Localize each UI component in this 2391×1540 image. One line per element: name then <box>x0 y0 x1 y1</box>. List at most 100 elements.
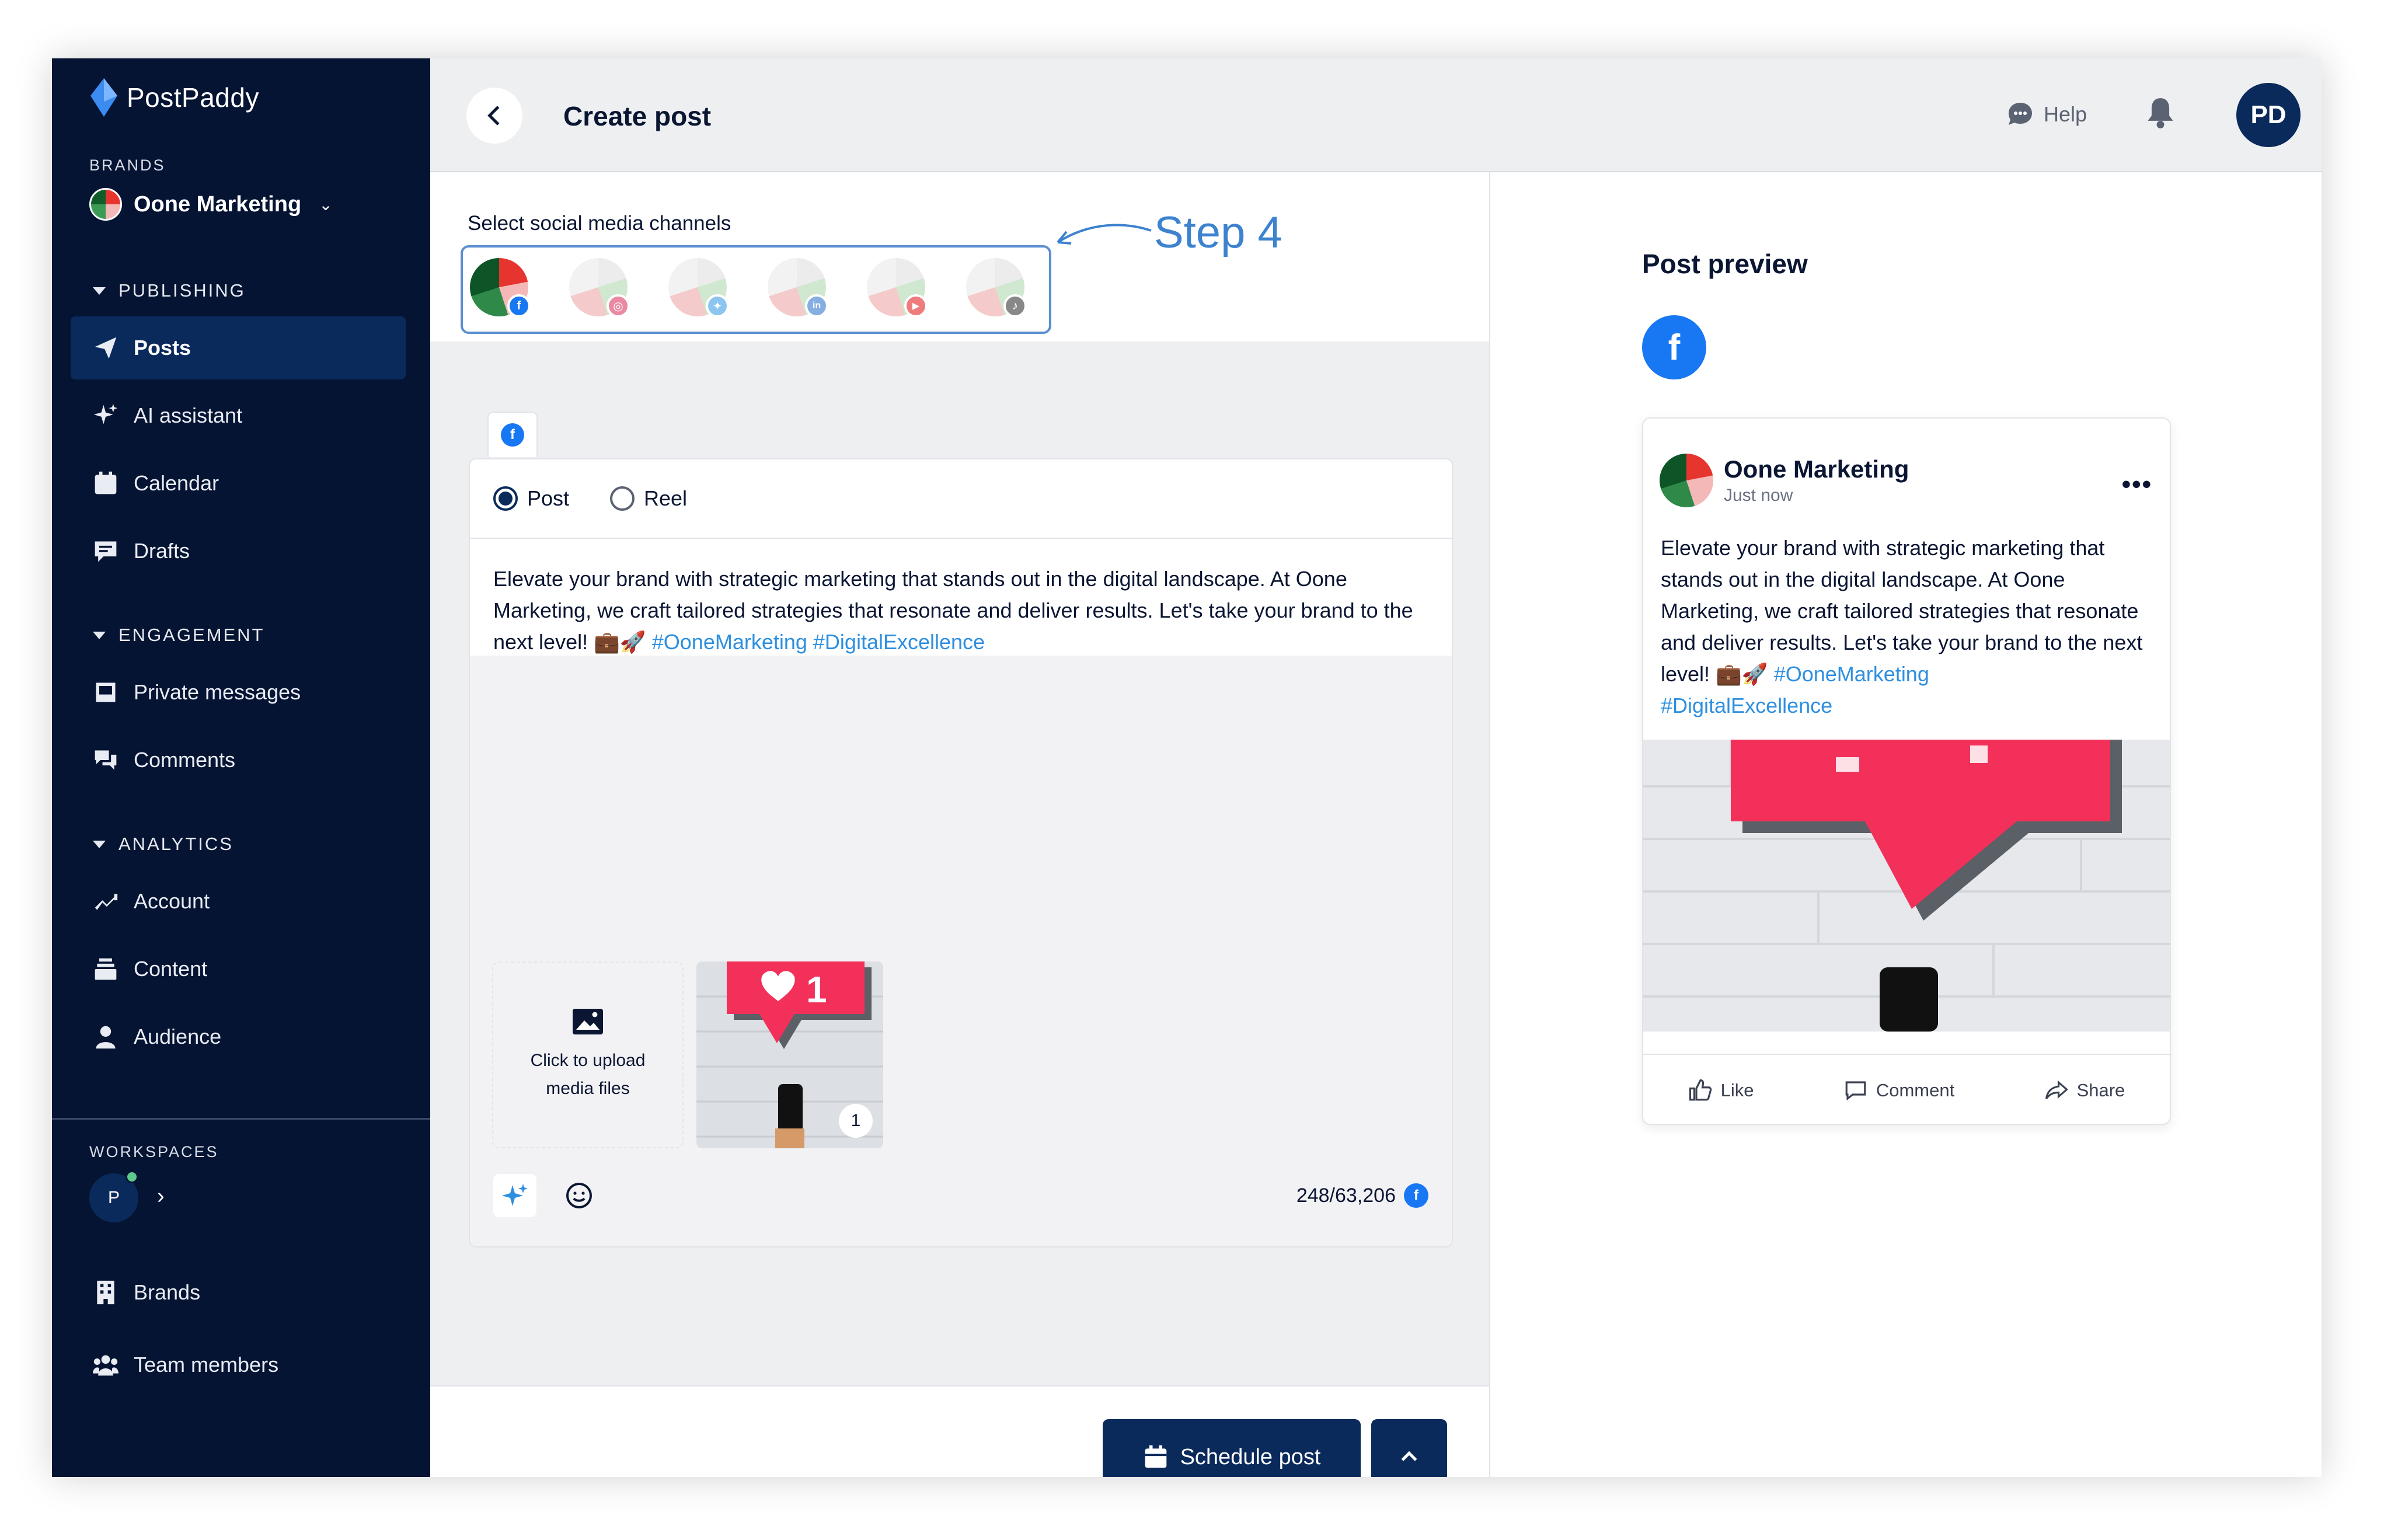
send-icon <box>95 337 117 359</box>
comment-label: Comment <box>1876 1080 1955 1100</box>
sidebar-item-drafts[interactable]: Drafts <box>71 520 406 583</box>
instagram-icon: ◎ <box>607 294 630 318</box>
preview-image-graphic <box>1643 740 2170 1032</box>
channel-youtube[interactable]: ▶ <box>867 258 928 318</box>
post-type-reel-radio[interactable]: Reel <box>610 486 687 511</box>
drafts-icon <box>95 541 117 562</box>
sidebar-item-label: Account <box>134 889 210 913</box>
trend-icon <box>95 894 118 910</box>
sidebar-item-team-members[interactable]: Team members <box>71 1333 406 1396</box>
top-bar: Create post Help PD <box>430 58 2322 172</box>
ai-assist-button[interactable] <box>493 1174 536 1217</box>
step-annotation: Step 4 <box>1154 208 1282 257</box>
channel-tiktok[interactable]: ♪ <box>966 258 1027 318</box>
inbox-icon <box>96 682 116 702</box>
more-options-icon[interactable]: ••• <box>2122 470 2152 499</box>
back-button[interactable] <box>466 88 522 144</box>
brand-avatar <box>1660 454 1713 507</box>
post-text-editor[interactable]: Elevate your brand with strategic market… <box>470 539 1452 656</box>
brands-label: BRANDS <box>89 156 166 174</box>
upload-media-button[interactable]: Click to upload media files <box>492 961 684 1148</box>
analytics-section-toggle[interactable]: ANALYTICS <box>93 834 233 855</box>
character-count: 248/63,206 <box>1296 1184 1396 1207</box>
post-type-post-radio[interactable]: Post <box>493 486 569 511</box>
help-button[interactable]: Help <box>2006 100 2087 128</box>
logo-icon <box>90 78 117 117</box>
schedule-post-button[interactable]: Schedule post <box>1103 1419 1361 1477</box>
tiktok-icon: ♪ <box>1003 294 1027 318</box>
sparkle-icon <box>93 403 118 424</box>
publishing-section-toggle[interactable]: PUBLISHING <box>93 280 246 301</box>
facebook-icon: f <box>1404 1183 1428 1208</box>
building-icon <box>97 1280 114 1305</box>
app-name: PostPaddy <box>127 82 259 113</box>
emoji-button[interactable] <box>557 1174 601 1217</box>
engagement-section-toggle[interactable]: ENGAGEMENT <box>93 625 264 646</box>
share-icon <box>2045 1080 2068 1099</box>
sidebar-item-label: Comments <box>134 748 236 772</box>
publishing-label: PUBLISHING <box>118 280 246 301</box>
sidebar-divider <box>52 1118 430 1120</box>
preview-actions: Like Comment Share <box>1643 1054 2170 1124</box>
youtube-icon: ▶ <box>904 294 928 318</box>
calendar-icon <box>95 471 117 494</box>
facebook-icon: f <box>501 423 524 447</box>
page-title: Create post <box>563 101 712 131</box>
channel-facebook[interactable]: f <box>470 258 531 318</box>
sidebar-item-label: Content <box>134 957 208 981</box>
sidebar-item-label: Drafts <box>134 539 190 563</box>
post-hashtags: #OoneMarketing #DigitalExcellence <box>651 630 985 654</box>
upload-label: Click to upload media files <box>530 1051 646 1098</box>
image-icon <box>573 1009 603 1034</box>
online-status-dot <box>126 1170 138 1183</box>
channel-linkedin[interactable]: in <box>768 258 828 318</box>
facebook-post-preview: Oone Marketing Just now ••• Elevate your… <box>1642 417 2171 1125</box>
media-thumbnail[interactable]: 1 1 <box>696 961 883 1148</box>
sidebar-item-content[interactable]: Content <box>71 938 406 1001</box>
more-publish-options-button[interactable] <box>1371 1419 1447 1477</box>
person-icon <box>96 1026 116 1049</box>
schedule-post-label: Schedule post <box>1180 1444 1321 1469</box>
facebook-icon[interactable]: f <box>1642 315 1706 379</box>
brand-avatar <box>89 188 122 221</box>
sidebar-item-label: Brands <box>134 1280 201 1304</box>
sidebar-item-calendar[interactable]: Calendar <box>71 452 406 515</box>
chevron-right-icon[interactable]: › <box>157 1184 165 1209</box>
comment-icon <box>1845 1081 1866 1101</box>
preview-image <box>1643 740 2170 1032</box>
user-avatar[interactable]: PD <box>2236 83 2301 147</box>
sidebar-item-brands[interactable]: Brands <box>71 1261 406 1324</box>
preview-hashtag: #OoneMarketing <box>1773 662 1929 686</box>
brand-selector[interactable]: Oone Marketing ⌄ <box>89 188 333 221</box>
channel-selector-label: Select social media channels <box>468 212 731 235</box>
sidebar-item-account[interactable]: Account <box>71 870 406 933</box>
sparkle-icon <box>502 1184 528 1206</box>
sidebar-item-label: Calendar <box>134 471 219 495</box>
analytics-label: ANALYTICS <box>118 834 233 854</box>
chevron-down-icon: ⌄ <box>319 195 333 214</box>
character-counter: 248/63,206 f <box>1296 1183 1428 1208</box>
notifications-button[interactable] <box>2145 97 2176 133</box>
collapse-triangle-icon <box>93 287 106 295</box>
channel-twitter[interactable]: ✦ <box>668 258 729 318</box>
share-button[interactable]: Share <box>2044 1078 2125 1103</box>
sidebar-item-ai-assistant[interactable]: AI assistant <box>71 384 406 447</box>
app-logo[interactable]: PostPaddy <box>89 78 259 117</box>
sidebar: PostPaddy BRANDS Oone Marketing ⌄ PUBLIS… <box>52 58 430 1477</box>
tab-facebook[interactable]: f <box>487 412 538 457</box>
bell-icon <box>2148 98 2173 128</box>
sidebar-item-posts[interactable]: Posts <box>71 316 406 379</box>
sidebar-item-private-messages[interactable]: Private messages <box>71 661 406 724</box>
comment-button[interactable]: Comment <box>1843 1078 1954 1103</box>
sidebar-item-audience[interactable]: Audience <box>71 1005 406 1068</box>
preview-post-text: Elevate your brand with strategic market… <box>1661 532 2157 722</box>
post-type-reel-label: Reel <box>644 486 688 510</box>
thumbs-up-icon <box>1689 1079 1712 1101</box>
like-button[interactable]: Like <box>1688 1078 1754 1103</box>
team-icon <box>93 1355 118 1376</box>
linkedin-icon: in <box>805 294 828 318</box>
sidebar-item-label: Audience <box>134 1025 222 1048</box>
channel-instagram[interactable]: ◎ <box>569 258 630 318</box>
help-label: Help <box>2044 102 2087 126</box>
sidebar-item-comments[interactable]: Comments <box>71 729 406 792</box>
